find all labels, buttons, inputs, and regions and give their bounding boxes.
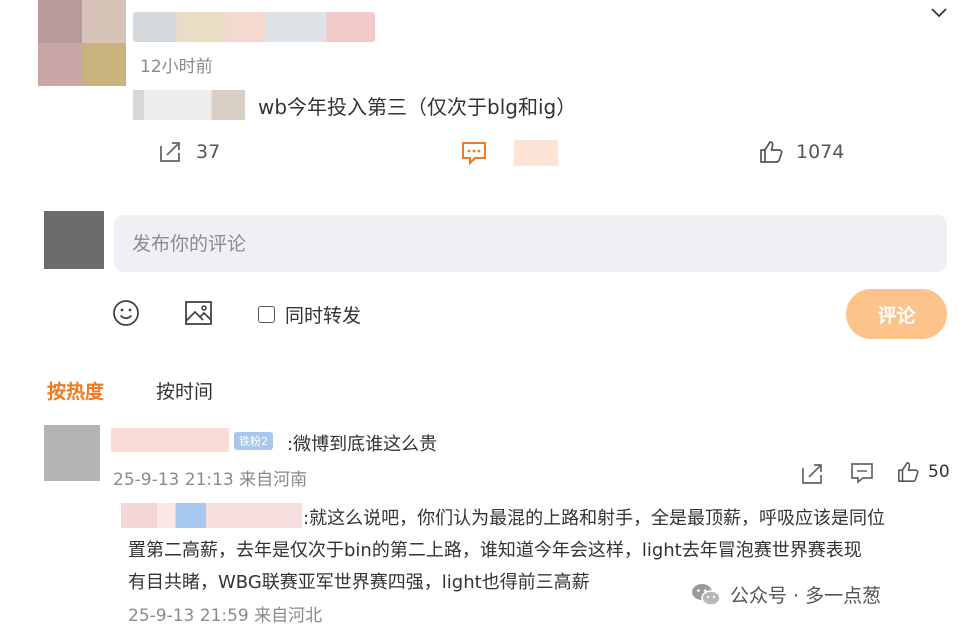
checkbox-box[interactable] <box>258 306 275 323</box>
post-author-name-blurred[interactable] <box>133 12 375 42</box>
image-icon[interactable] <box>184 299 214 327</box>
comment-like-count: 50 <box>928 462 950 482</box>
watermark-text: 公众号 · 多一点葱 <box>730 585 882 607</box>
wechat-icon <box>692 583 721 606</box>
repost-checkbox-label: 同时转发 <box>285 305 362 327</box>
chevron-down-icon[interactable] <box>928 4 950 22</box>
repost-count: 37 <box>196 141 221 163</box>
tab-sort-time[interactable]: 按时间 <box>156 377 213 404</box>
comment-count-blurred <box>514 140 558 166</box>
like-icon <box>898 462 919 482</box>
repost-button[interactable]: 37 <box>158 140 220 164</box>
submit-comment-button[interactable]: 评论 <box>846 289 947 339</box>
like-icon <box>760 141 783 163</box>
reply-author-name-blurred[interactable] <box>121 503 302 528</box>
fan-badge: 铁粉2 <box>234 432 273 450</box>
like-button[interactable]: 1074 <box>758 140 844 164</box>
comment-icon <box>462 142 486 166</box>
comment-icon[interactable] <box>849 461 875 485</box>
comment-avatar[interactable] <box>44 425 100 481</box>
comment-like-button[interactable]: 50 <box>896 461 950 483</box>
reply-meta: 25-9-13 21:59 来自河北 <box>128 606 323 626</box>
emoji-icon[interactable] <box>112 299 140 327</box>
comment-meta: 25-9-13 21:13 来自河南 <box>113 470 308 490</box>
fan-badge-label: 铁粉2 <box>239 435 268 448</box>
repost-checkbox[interactable]: 同时转发 <box>258 301 361 328</box>
comment-text: :微博到底谁这么贵 <box>287 434 438 455</box>
post-mention-blurred <box>133 90 245 120</box>
post-text: wb今年投入第三（仅次于blg和ig） <box>258 95 577 119</box>
reply-text-line-2: 置第二高薪，去年是仅次于bin的第二上路，谁知道今年会这样，light去年冒泡赛… <box>128 540 862 561</box>
post-time: 12小时前 <box>140 57 213 77</box>
tab-sort-hot[interactable]: 按热度 <box>47 377 104 404</box>
my-avatar <box>44 211 104 269</box>
reply-text-line-3: 有目共睹，WBG联赛亚军世界赛四强，light也得前三高薪 <box>128 572 590 593</box>
comment-input[interactable] <box>114 215 947 272</box>
comment-button[interactable] <box>460 140 558 166</box>
post-author-avatar[interactable] <box>38 0 126 86</box>
reply-text-line-1: :就这么说吧，你们认为最混的上路和射手，全是最顶薪，呼吸应该是同位 <box>303 508 886 529</box>
watermark: 公众号 · 多一点葱 <box>690 581 881 608</box>
like-count: 1074 <box>796 141 845 163</box>
comment-author-name-blurred[interactable] <box>111 428 229 452</box>
repost-icon <box>160 142 180 162</box>
repost-icon[interactable] <box>800 462 826 486</box>
